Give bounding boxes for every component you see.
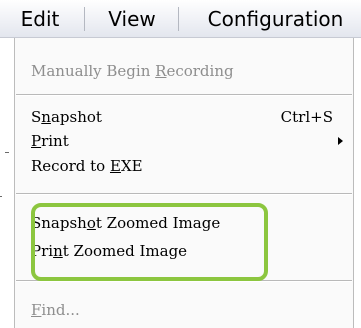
menu-item-record-to-exe[interactable]: Record to EXE [31, 154, 343, 178]
shortcut-ctrl-s: Ctrl+S [280, 108, 333, 126]
menu-item-print-zoomed-image[interactable]: Print Zoomed Image [31, 239, 343, 263]
menu-item-manually-begin-recording[interactable]: Manually Begin Recording [31, 59, 343, 83]
menu-item-snapshot[interactable]: Snapshot Ctrl+S [31, 105, 343, 129]
menu-item-find[interactable]: Find... [31, 298, 343, 322]
menu-configuration[interactable]: Configuration [190, 0, 361, 37]
submenu-arrow-icon [338, 137, 343, 145]
menu-item-snapshot-zoomed-image[interactable]: Snapshot Zoomed Image [31, 211, 343, 235]
decorative-tick [0, 196, 2, 197]
menu-view[interactable]: View [94, 0, 170, 37]
menu-bar: Edit View Configuration [0, 0, 361, 38]
menu-separator [16, 280, 352, 282]
edit-dropdown-menu: Manually Begin Recording Snapshot Ctrl+S … [14, 38, 354, 328]
menu-item-print[interactable]: Print [31, 129, 343, 153]
menu-separator [16, 193, 352, 195]
menubar-divider [178, 7, 179, 31]
menubar-divider [84, 7, 85, 31]
menu-edit[interactable]: Edit [4, 0, 76, 37]
menu-separator [16, 94, 352, 96]
decorative-tick [5, 152, 9, 153]
